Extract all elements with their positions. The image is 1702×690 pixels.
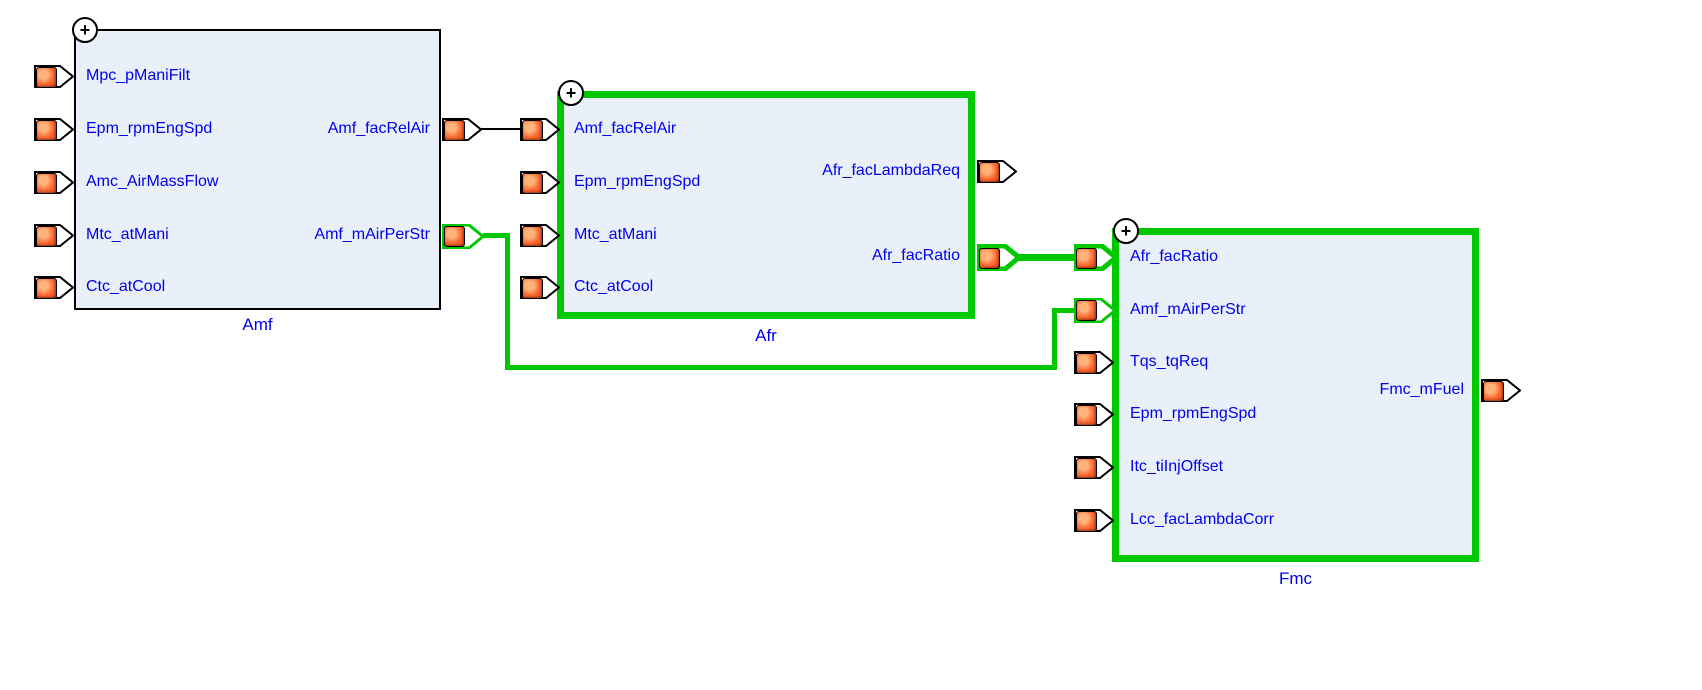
port-out[interactable] [442, 118, 475, 141]
block-afr-label: Afr [557, 326, 975, 346]
port-label: Mpc_pManiFilt [86, 67, 190, 85]
port-label: Amf_mAirPerStr [1130, 301, 1246, 319]
port-in[interactable] [1074, 351, 1107, 374]
port-in[interactable] [520, 171, 553, 194]
wire [1019, 254, 1076, 261]
port-in[interactable] [1074, 244, 1107, 267]
port-label: Epm_rpmEngSpd [1130, 405, 1256, 423]
port-label: Fmc_mFuel [1380, 381, 1464, 399]
port-in[interactable] [1074, 298, 1107, 321]
port-out[interactable] [442, 224, 475, 247]
port-in[interactable] [520, 276, 553, 299]
port-in[interactable] [34, 171, 67, 194]
port-label: Mtc_atMani [86, 226, 169, 244]
wire [1052, 308, 1076, 313]
block-fmc-label: Fmc [1112, 569, 1479, 589]
port-label: Afr_facRatio [1130, 248, 1218, 266]
port-in[interactable] [520, 224, 553, 247]
port-out[interactable] [1481, 379, 1514, 402]
expand-icon[interactable]: + [1113, 218, 1139, 244]
port-in[interactable] [34, 118, 67, 141]
port-in[interactable] [34, 224, 67, 247]
wire [481, 128, 521, 130]
port-in[interactable] [34, 276, 67, 299]
port-label: Itc_tiInjOffset [1130, 458, 1223, 476]
port-label: Amf_mAirPerStr [314, 226, 430, 244]
wire [1052, 308, 1057, 370]
port-label: Lcc_facLambdaCorr [1130, 511, 1274, 529]
port-in[interactable] [1074, 509, 1107, 532]
port-label: Mtc_atMani [574, 226, 657, 244]
port-out[interactable] [977, 160, 1010, 183]
port-label: Epm_rpmEngSpd [574, 173, 700, 191]
port-label: Amf_facRelAir [574, 120, 676, 138]
port-in[interactable] [520, 118, 553, 141]
port-label: Afr_facLambdaReq [822, 162, 960, 180]
port-in[interactable] [1074, 456, 1107, 479]
wire [505, 365, 1057, 370]
port-label: Epm_rpmEngSpd [86, 120, 212, 138]
block-amf-label: Amf [74, 315, 441, 335]
expand-icon[interactable]: + [72, 17, 98, 43]
port-out[interactable] [977, 244, 1010, 267]
port-label: Amf_facRelAir [328, 120, 430, 138]
port-label: Amc_AirMassFlow [86, 173, 218, 191]
port-label: Tqs_tqReq [1130, 353, 1208, 371]
wire [505, 233, 510, 370]
port-label: Ctc_atCool [574, 278, 653, 296]
port-in[interactable] [1074, 403, 1107, 426]
port-label: Afr_facRatio [872, 247, 960, 265]
port-label: Ctc_atCool [86, 278, 165, 296]
port-in[interactable] [34, 65, 67, 88]
expand-icon[interactable]: + [558, 80, 584, 106]
